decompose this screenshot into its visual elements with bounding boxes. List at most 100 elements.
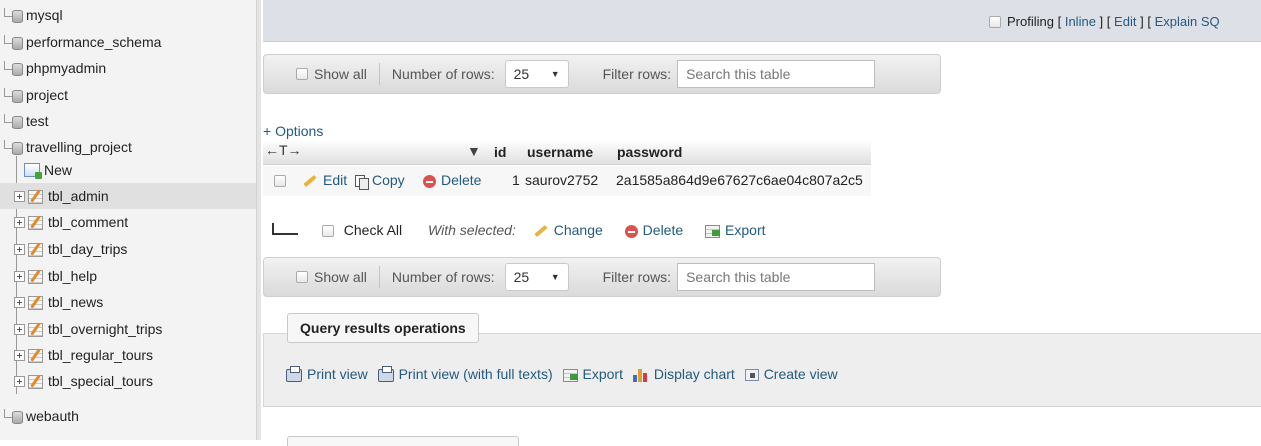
bulk-actions-bar: Check All With selected: Change Delete E… (272, 222, 766, 238)
table-structure-icon (28, 374, 44, 389)
sidebar-table-tbl-help[interactable]: tbl_help (0, 263, 256, 289)
sidebar-db-webauth[interactable]: webauth (4, 403, 256, 429)
bulk-export-button[interactable]: Export (705, 222, 766, 238)
rows-navigation-top: Show all Number of rows: 25 ▼ Filter row… (263, 54, 941, 94)
bulk-delete-button[interactable]: Delete (624, 222, 687, 238)
display-chart-link[interactable]: Display chart (632, 366, 739, 383)
create-view-link[interactable]: Create view (744, 366, 838, 382)
sidebar-table-tbl-overnight-trips[interactable]: tbl_overnight_trips (0, 316, 256, 342)
expand-icon[interactable] (14, 270, 25, 282)
bar-chart-icon (632, 368, 649, 383)
sidebar-item-label: tbl_comment (48, 214, 129, 230)
delete-label: Delete (642, 222, 684, 238)
expand-icon[interactable] (14, 216, 25, 228)
cell-password[interactable]: 2a1585a864d9e67627c6ae04c807a2c5 (616, 172, 863, 188)
expand-icon[interactable] (14, 190, 25, 202)
sidebar-table-tbl-day-trips[interactable]: tbl_day_trips (0, 236, 256, 262)
expand-icon[interactable] (14, 323, 25, 335)
check-all-label[interactable]: Check All (344, 222, 402, 238)
expand-icon[interactable] (14, 296, 25, 308)
print-view-full-link[interactable]: Print view (with full texts) (377, 365, 557, 382)
database-icon (4, 409, 23, 424)
chevron-down-icon: ▼ (550, 69, 560, 79)
sidebar-db-performance-schema[interactable]: performance_schema (4, 29, 256, 55)
check-all-checkbox[interactable] (321, 225, 334, 238)
table-structure-icon (28, 215, 44, 230)
table-structure-icon (28, 295, 44, 310)
new-table-icon (24, 163, 42, 179)
pencil-icon (534, 225, 548, 238)
expand-icon[interactable] (14, 349, 25, 361)
rows-per-page-select[interactable]: 25 ▼ (504, 263, 569, 291)
bracket-close: ] (1140, 14, 1144, 29)
rows-value: 25 (513, 269, 530, 285)
sidebar-db-project[interactable]: project (4, 82, 256, 108)
show-all-checkbox[interactable] (296, 68, 308, 80)
bulk-change-button[interactable]: Change (534, 222, 607, 238)
filter-rows-input[interactable]: Search this table (677, 60, 876, 88)
table-row: Edit Copy Delete 1 saurov2752 2a1585a864… (263, 166, 871, 196)
column-header-password[interactable]: password (617, 144, 682, 160)
delete-label: Delete (441, 172, 482, 188)
explain-sql-link[interactable]: Explain SQ (1155, 14, 1220, 29)
sidebar-db-phpmyadmin[interactable]: phpmyadmin (4, 55, 256, 81)
filter-label: Filter rows: (602, 66, 672, 82)
create-view-label: Create view (763, 366, 838, 382)
sidebar-new-table[interactable]: New (24, 157, 256, 183)
chevron-down-icon: ▼ (550, 272, 560, 282)
row-checkbox[interactable] (274, 175, 286, 187)
database-icon (4, 140, 23, 155)
sidebar-resize-handle[interactable] (256, 0, 261, 440)
database-icon (4, 61, 23, 76)
show-all-label[interactable]: Show all (314, 66, 367, 82)
display-chart-label: Display chart (653, 366, 735, 382)
show-all-label[interactable]: Show all (314, 269, 367, 285)
options-link[interactable]: + Options (263, 123, 323, 139)
sidebar-table-tbl-admin[interactable]: tbl_admin (0, 183, 256, 209)
sidebar-item-label: phpmyadmin (26, 60, 107, 76)
column-header-username[interactable]: username (527, 144, 593, 160)
sidebar-table-tbl-news[interactable]: tbl_news (0, 289, 256, 315)
cell-username[interactable]: saurov2752 (525, 172, 598, 188)
rows-per-page-select[interactable]: 25 ▼ (504, 60, 569, 88)
row-delete-action[interactable]: Delete (423, 172, 481, 188)
delete-icon (423, 174, 436, 188)
database-icon (4, 88, 23, 103)
sort-triangle-icon[interactable]: ▼ (467, 143, 481, 159)
profiling-checkbox[interactable] (989, 15, 1001, 28)
arrow-up-icon (272, 223, 298, 236)
table-structure-icon (28, 348, 44, 363)
export-link[interactable]: Export (562, 366, 627, 382)
filter-label: Filter rows: (602, 269, 672, 285)
column-header-id[interactable]: id (494, 144, 506, 160)
edit-sql-link[interactable]: Edit (1114, 14, 1136, 29)
sidebar-table-tbl-special-tours[interactable]: tbl_special_tours (0, 368, 256, 394)
print-view-link[interactable]: Print view (286, 365, 372, 382)
rows-value: 25 (513, 66, 530, 82)
expand-icon[interactable] (14, 243, 25, 255)
bracket-open: [ (1147, 14, 1151, 29)
inline-link[interactable]: Inline (1065, 14, 1096, 29)
sidebar-item-label: performance_schema (26, 34, 162, 50)
sidebar-item-label: tbl_admin (48, 188, 109, 204)
cell-id[interactable]: 1 (512, 172, 520, 188)
bracket-open: [ (1106, 14, 1111, 29)
print-view-full-label: Print view (with full texts) (398, 366, 553, 382)
sidebar-table-tbl-comment[interactable]: tbl_comment (0, 209, 256, 235)
sidebar-db-test[interactable]: test (4, 108, 256, 134)
export-icon (705, 224, 721, 238)
show-all-checkbox[interactable] (296, 271, 308, 283)
query-ops-links: Print view Print view (with full texts) … (286, 365, 838, 383)
sidebar-table-tbl-regular-tours[interactable]: tbl_regular_tours (0, 342, 256, 368)
sidebar-item-label: mysql (26, 7, 63, 23)
filter-rows-input[interactable]: Search this table (677, 263, 876, 291)
sidebar-item-label: webauth (26, 408, 79, 424)
row-copy-action[interactable]: Copy (355, 172, 405, 190)
delete-icon (624, 224, 638, 238)
export-icon (562, 368, 578, 382)
row-edit-action[interactable]: Edit (303, 172, 347, 188)
sidebar-db-mysql[interactable]: mysql (4, 2, 256, 28)
table-structure-icon (28, 242, 44, 257)
expand-icon[interactable] (14, 375, 25, 387)
column-resize-arrows[interactable]: ←T→ (265, 142, 302, 158)
